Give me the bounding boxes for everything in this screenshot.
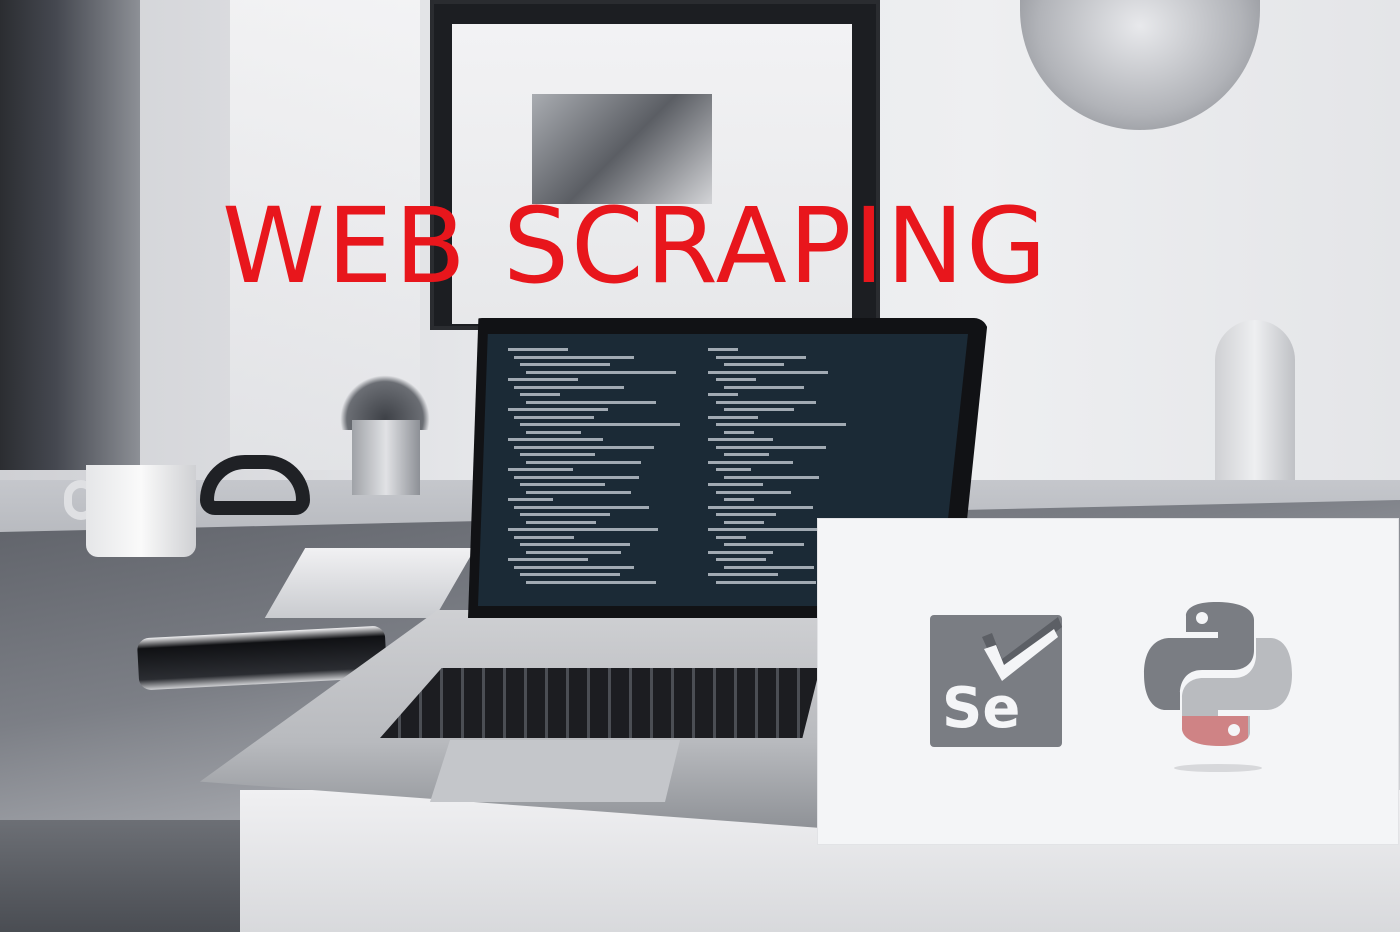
code-line bbox=[708, 438, 773, 441]
code-line bbox=[508, 528, 658, 531]
code-line bbox=[520, 393, 560, 396]
code-line bbox=[526, 400, 656, 404]
code-line bbox=[526, 370, 676, 374]
page-title: WEB SCRAPING bbox=[222, 185, 1049, 307]
code-line bbox=[724, 520, 764, 524]
code-line bbox=[724, 565, 814, 569]
code-line bbox=[514, 355, 634, 359]
code-line bbox=[716, 400, 816, 404]
code-line bbox=[520, 513, 610, 516]
code-line bbox=[724, 385, 804, 389]
code-line bbox=[514, 505, 649, 509]
code-line bbox=[716, 378, 756, 381]
code-line bbox=[526, 580, 656, 584]
plant-pot bbox=[352, 420, 420, 495]
code-line bbox=[514, 565, 634, 569]
code-line bbox=[520, 423, 680, 426]
logo-panel bbox=[818, 519, 1398, 844]
code-line bbox=[520, 573, 620, 576]
code-line bbox=[716, 558, 766, 561]
code-line bbox=[716, 423, 846, 426]
code-line bbox=[708, 550, 773, 554]
laptop-keyboard bbox=[380, 668, 820, 738]
code-line bbox=[724, 408, 794, 411]
code-line bbox=[724, 453, 769, 456]
code-line bbox=[708, 483, 763, 486]
code-line bbox=[508, 498, 553, 501]
code-line bbox=[724, 430, 754, 434]
code-line bbox=[708, 573, 778, 576]
code-line bbox=[514, 475, 639, 479]
code-line bbox=[508, 468, 573, 471]
code-line bbox=[514, 385, 624, 389]
code-line bbox=[724, 543, 804, 546]
code-line bbox=[520, 543, 630, 546]
code-line bbox=[708, 528, 828, 531]
code-line bbox=[724, 475, 819, 479]
code-line bbox=[716, 468, 751, 471]
code-line bbox=[716, 355, 806, 359]
selenium-logo-text: Se bbox=[942, 676, 1020, 741]
code-line bbox=[708, 370, 828, 374]
code-line bbox=[716, 580, 816, 584]
code-line bbox=[724, 498, 754, 501]
code-line bbox=[708, 348, 738, 351]
code-line bbox=[716, 535, 746, 539]
code-line bbox=[708, 505, 813, 509]
code-line bbox=[716, 445, 826, 449]
code-line bbox=[514, 535, 574, 539]
code-line bbox=[526, 460, 641, 464]
window-frame bbox=[0, 0, 140, 470]
code-line bbox=[526, 520, 596, 524]
code-line bbox=[508, 558, 588, 561]
selenium-logo-icon: Se bbox=[930, 615, 1062, 747]
code-line bbox=[526, 490, 631, 494]
code-line bbox=[708, 393, 738, 396]
code-line bbox=[508, 378, 578, 381]
code-line bbox=[526, 430, 581, 434]
code-line bbox=[724, 363, 784, 366]
code-line bbox=[520, 483, 605, 486]
coffee-mug-icon bbox=[86, 465, 196, 557]
code-line bbox=[508, 438, 603, 441]
laptop-trackpad bbox=[430, 740, 680, 802]
code-line bbox=[708, 415, 758, 419]
python-logo-icon bbox=[1144, 602, 1292, 772]
code-line bbox=[716, 513, 776, 516]
code-line bbox=[716, 490, 791, 494]
code-line bbox=[508, 348, 568, 351]
code-line bbox=[520, 363, 610, 366]
code-line bbox=[508, 408, 608, 411]
code-line bbox=[514, 415, 594, 419]
code-line bbox=[514, 445, 654, 449]
code-line bbox=[708, 460, 793, 464]
code-line bbox=[520, 453, 595, 456]
code-line bbox=[526, 550, 621, 554]
